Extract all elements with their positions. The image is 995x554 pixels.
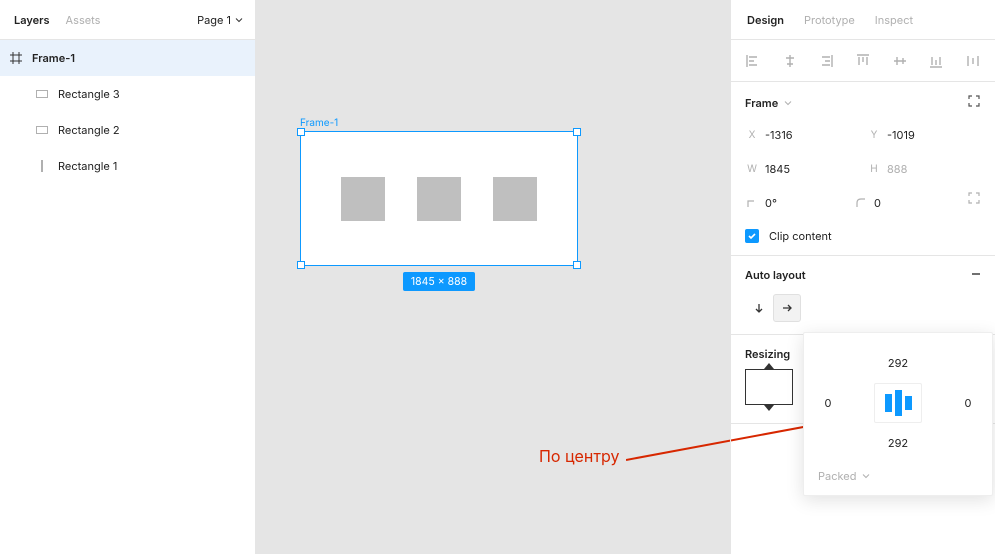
alignment-bar-icon [895,390,902,416]
height-field[interactable]: H 888 [867,157,981,181]
tab-assets[interactable]: Assets [58,0,109,40]
layer-label: Rectangle 1 [58,159,117,173]
left-panel: Layers Assets Page 1 Frame-1 Rectangle 3… [0,0,256,554]
layer-label: Rectangle 2 [58,123,120,137]
canvas[interactable]: Frame-1 1845 × 888 По центру [256,0,730,554]
selection-handle[interactable] [573,128,581,136]
y-field[interactable]: Y -1019 [867,123,981,147]
padding-bottom-value[interactable]: 292 [878,436,918,450]
align-vcenter-icon[interactable] [892,53,908,69]
field-value: -1019 [887,128,981,142]
field-label: Y [867,129,881,141]
chevron-down-icon [862,472,870,480]
frame-section: Frame X -1316 Y -1019 W 1845 H [731,82,995,256]
layer-label: Rectangle 3 [58,87,120,101]
section-title: Frame [745,96,778,110]
page-switcher[interactable]: Page 1 [197,13,247,27]
checkbox-checked-icon[interactable] [745,229,759,243]
direction-horizontal-button[interactable] [773,294,801,322]
rectangle-icon [36,160,48,172]
field-value: 0 [874,196,955,210]
tab-design[interactable]: Design [739,0,792,40]
right-panel: Design Prototype Inspect Frame X -1316 [730,0,995,554]
field-value: 888 [887,162,981,176]
alignment-center-button[interactable] [874,383,922,423]
section-title: Auto layout [745,268,806,282]
page-label: Page 1 [197,13,231,27]
rotation-field[interactable]: 0° [745,191,846,215]
packed-label: Packed [818,469,856,483]
tab-layers[interactable]: Layers [6,0,58,40]
canvas-frame[interactable] [300,131,578,266]
rectangle-icon [36,88,48,100]
resizing-widget[interactable] [745,369,793,405]
selection-handle[interactable] [297,128,305,136]
layer-item[interactable]: Rectangle 2 [0,112,255,148]
frame-icon [10,52,22,64]
field-value: -1316 [765,128,859,142]
field-label: W [745,163,759,175]
tab-prototype[interactable]: Prototype [796,0,863,40]
align-right-icon[interactable] [818,53,834,69]
resize-to-fit-icon[interactable] [967,94,981,111]
layer-item-frame[interactable]: Frame-1 [0,40,255,76]
independent-corners-icon[interactable] [967,191,981,205]
align-hcenter-icon[interactable] [782,53,798,69]
right-panel-tabs: Design Prototype Inspect [731,0,995,40]
direction-vertical-button[interactable] [745,294,773,322]
tab-inspect[interactable]: Inspect [867,0,921,40]
section-title: Resizing [745,347,790,361]
radius-field[interactable]: 0 [854,191,955,215]
direction-buttons [745,294,981,322]
clip-content-label: Clip content [769,229,832,243]
canvas-frame-label[interactable]: Frame-1 [300,117,338,129]
alignment-bar-icon [905,396,912,410]
dimensions-badge: 1845 × 888 [403,272,475,291]
left-panel-header: Layers Assets Page 1 [0,0,255,40]
radius-icon [854,196,868,210]
layer-label: Frame-1 [32,51,75,65]
field-value: 0° [765,196,846,210]
layer-item[interactable]: Rectangle 1 [0,148,255,184]
rotation-icon [745,196,759,210]
field-value: 1845 [765,162,859,176]
dimensions-badge-wrap: 1845 × 888 [300,266,578,291]
canvas-rectangle[interactable] [341,177,385,221]
annotation-label: По центру [539,446,620,466]
rectangle-icon [36,124,48,136]
chevron-down-icon[interactable] [784,99,792,107]
align-left-icon[interactable] [745,53,761,69]
layer-item[interactable]: Rectangle 3 [0,76,255,112]
frame-contents [301,132,577,265]
auto-layout-section: Auto layout [731,256,995,335]
chevron-down-icon [235,16,243,24]
align-top-icon[interactable] [855,53,871,69]
padding-right-value[interactable]: 0 [948,396,988,410]
alignment-row [731,40,995,82]
width-field[interactable]: W 1845 [745,157,859,181]
padding-alignment-popover: 292 0 0 292 Packed [803,332,993,496]
canvas-rectangle[interactable] [417,177,461,221]
padding-left-value[interactable]: 0 [808,396,848,410]
field-label: X [745,129,759,141]
align-bottom-icon[interactable] [928,53,944,69]
packed-dropdown[interactable]: Packed [804,463,992,483]
alignment-bar-icon [885,394,892,412]
remove-auto-layout-icon[interactable] [971,268,981,282]
x-field[interactable]: X -1316 [745,123,859,147]
canvas-rectangle[interactable] [493,177,537,221]
padding-top-value[interactable]: 292 [878,356,918,370]
distribute-icon[interactable] [965,53,981,69]
field-label: H [867,163,881,175]
clip-content-row[interactable]: Clip content [745,229,981,243]
